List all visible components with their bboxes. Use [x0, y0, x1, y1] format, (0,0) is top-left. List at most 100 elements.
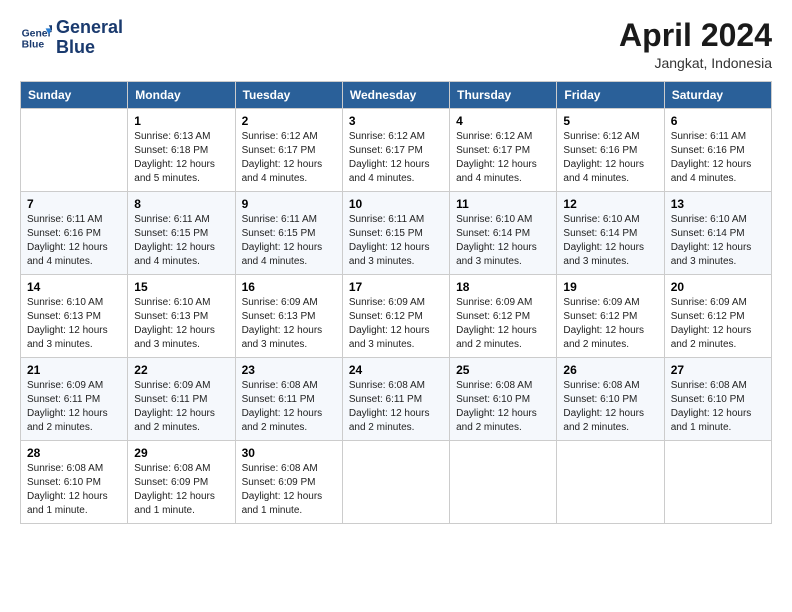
- day-info: Sunrise: 6:08 AMSunset: 6:11 PMDaylight:…: [242, 379, 336, 435]
- day-info: Sunrise: 6:11 AMSunset: 6:16 PMDaylight:…: [671, 130, 765, 186]
- day-number: 9: [242, 197, 336, 211]
- day-info: Sunrise: 6:10 AMSunset: 6:14 PMDaylight:…: [671, 213, 765, 269]
- day-info: Sunrise: 6:08 AMSunset: 6:09 PMDaylight:…: [134, 462, 228, 518]
- calendar-cell: 6 Sunrise: 6:11 AMSunset: 6:16 PMDaylight…: [664, 109, 771, 192]
- calendar-cell: 14 Sunrise: 6:10 AMSunset: 6:13 PMDayligh…: [21, 275, 128, 358]
- header-sunday: Sunday: [21, 82, 128, 109]
- day-number: 28: [27, 446, 121, 460]
- day-number: 18: [456, 280, 550, 294]
- calendar-week-row: 28 Sunrise: 6:08 AMSunset: 6:10 PMDayligh…: [21, 441, 772, 524]
- calendar-cell: 19 Sunrise: 6:09 AMSunset: 6:12 PMDayligh…: [557, 275, 664, 358]
- day-number: 29: [134, 446, 228, 460]
- day-info: Sunrise: 6:09 AMSunset: 6:11 PMDaylight:…: [27, 379, 121, 435]
- svg-text:Blue: Blue: [22, 39, 45, 50]
- logo-text: General Blue: [56, 18, 123, 58]
- calendar-cell: 9 Sunrise: 6:11 AMSunset: 6:15 PMDaylight…: [235, 192, 342, 275]
- header-friday: Friday: [557, 82, 664, 109]
- calendar-cell: 10 Sunrise: 6:11 AMSunset: 6:15 PMDayligh…: [342, 192, 449, 275]
- day-info: Sunrise: 6:11 AMSunset: 6:15 PMDaylight:…: [349, 213, 443, 269]
- day-number: 27: [671, 363, 765, 377]
- calendar-week-row: 14 Sunrise: 6:10 AMSunset: 6:13 PMDayligh…: [21, 275, 772, 358]
- calendar-week-row: 7 Sunrise: 6:11 AMSunset: 6:16 PMDaylight…: [21, 192, 772, 275]
- calendar-cell: 2 Sunrise: 6:12 AMSunset: 6:17 PMDaylight…: [235, 109, 342, 192]
- logo-icon: General Blue: [20, 22, 52, 54]
- day-number: 24: [349, 363, 443, 377]
- calendar-table: Sunday Monday Tuesday Wednesday Thursday…: [20, 81, 772, 524]
- calendar-cell: 20 Sunrise: 6:09 AMSunset: 6:12 PMDayligh…: [664, 275, 771, 358]
- day-number: 14: [27, 280, 121, 294]
- calendar-cell: 3 Sunrise: 6:12 AMSunset: 6:17 PMDaylight…: [342, 109, 449, 192]
- day-number: 26: [563, 363, 657, 377]
- day-info: Sunrise: 6:10 AMSunset: 6:13 PMDaylight:…: [134, 296, 228, 352]
- day-number: 19: [563, 280, 657, 294]
- calendar-cell: 8 Sunrise: 6:11 AMSunset: 6:15 PMDaylight…: [128, 192, 235, 275]
- day-number: 5: [563, 114, 657, 128]
- day-info: Sunrise: 6:11 AMSunset: 6:16 PMDaylight:…: [27, 213, 121, 269]
- day-info: Sunrise: 6:12 AMSunset: 6:17 PMDaylight:…: [456, 130, 550, 186]
- day-number: 12: [563, 197, 657, 211]
- day-number: 22: [134, 363, 228, 377]
- day-info: Sunrise: 6:11 AMSunset: 6:15 PMDaylight:…: [134, 213, 228, 269]
- day-info: Sunrise: 6:09 AMSunset: 6:11 PMDaylight:…: [134, 379, 228, 435]
- calendar-cell: 16 Sunrise: 6:09 AMSunset: 6:13 PMDayligh…: [235, 275, 342, 358]
- calendar-cell: 18Sunrise: 6:09 AMSunset: 6:12 PMDayligh…: [450, 275, 557, 358]
- day-number: 20: [671, 280, 765, 294]
- calendar-cell: [21, 109, 128, 192]
- day-number: 10: [349, 197, 443, 211]
- day-info: Sunrise: 6:12 AMSunset: 6:17 PMDaylight:…: [349, 130, 443, 186]
- day-number: 17: [349, 280, 443, 294]
- calendar-cell: 11Sunrise: 6:10 AMSunset: 6:14 PMDayligh…: [450, 192, 557, 275]
- day-number: 25: [456, 363, 550, 377]
- calendar-cell: 30Sunrise: 6:08 AMSunset: 6:09 PMDayligh…: [235, 441, 342, 524]
- day-info: Sunrise: 6:09 AMSunset: 6:13 PMDaylight:…: [242, 296, 336, 352]
- day-info: Sunrise: 6:08 AMSunset: 6:10 PMDaylight:…: [671, 379, 765, 435]
- header-saturday: Saturday: [664, 82, 771, 109]
- day-info: Sunrise: 6:12 AMSunset: 6:17 PMDaylight:…: [242, 130, 336, 186]
- header-wednesday: Wednesday: [342, 82, 449, 109]
- calendar-week-row: 21Sunrise: 6:09 AMSunset: 6:11 PMDayligh…: [21, 358, 772, 441]
- header: General Blue General Blue April 2024 Jan…: [20, 18, 772, 71]
- day-number: 3: [349, 114, 443, 128]
- calendar-cell: 26Sunrise: 6:08 AMSunset: 6:10 PMDayligh…: [557, 358, 664, 441]
- calendar-cell: 7 Sunrise: 6:11 AMSunset: 6:16 PMDaylight…: [21, 192, 128, 275]
- day-number: 13: [671, 197, 765, 211]
- day-number: 11: [456, 197, 550, 211]
- day-info: Sunrise: 6:12 AMSunset: 6:16 PMDaylight:…: [563, 130, 657, 186]
- calendar-cell: 12Sunrise: 6:10 AMSunset: 6:14 PMDayligh…: [557, 192, 664, 275]
- subtitle: Jangkat, Indonesia: [619, 55, 772, 71]
- calendar-cell: 27 Sunrise: 6:08 AMSunset: 6:10 PMDayligh…: [664, 358, 771, 441]
- page: General Blue General Blue April 2024 Jan…: [0, 0, 792, 612]
- calendar-cell: 21Sunrise: 6:09 AMSunset: 6:11 PMDayligh…: [21, 358, 128, 441]
- day-info: Sunrise: 6:09 AMSunset: 6:12 PMDaylight:…: [349, 296, 443, 352]
- day-number: 2: [242, 114, 336, 128]
- day-info: Sunrise: 6:08 AMSunset: 6:10 PMDaylight:…: [27, 462, 121, 518]
- calendar-cell: 17 Sunrise: 6:09 AMSunset: 6:12 PMDayligh…: [342, 275, 449, 358]
- calendar-cell: 1Sunrise: 6:13 AMSunset: 6:18 PMDaylight…: [128, 109, 235, 192]
- calendar-cell: 28 Sunrise: 6:08 AMSunset: 6:10 PMDayligh…: [21, 441, 128, 524]
- calendar-cell: 25 Sunrise: 6:08 AMSunset: 6:10 PMDayligh…: [450, 358, 557, 441]
- main-title: April 2024: [619, 18, 772, 53]
- logo: General Blue General Blue: [20, 18, 123, 58]
- day-info: Sunrise: 6:09 AMSunset: 6:12 PMDaylight:…: [563, 296, 657, 352]
- calendar-cell: [557, 441, 664, 524]
- calendar-cell: 24Sunrise: 6:08 AMSunset: 6:11 PMDayligh…: [342, 358, 449, 441]
- calendar-cell: 4Sunrise: 6:12 AMSunset: 6:17 PMDaylight…: [450, 109, 557, 192]
- day-info: Sunrise: 6:08 AMSunset: 6:10 PMDaylight:…: [456, 379, 550, 435]
- calendar-body: 1Sunrise: 6:13 AMSunset: 6:18 PMDaylight…: [21, 109, 772, 524]
- day-number: 8: [134, 197, 228, 211]
- header-monday: Monday: [128, 82, 235, 109]
- day-number: 16: [242, 280, 336, 294]
- calendar-cell: 23 Sunrise: 6:08 AMSunset: 6:11 PMDayligh…: [235, 358, 342, 441]
- day-info: Sunrise: 6:09 AMSunset: 6:12 PMDaylight:…: [671, 296, 765, 352]
- day-info: Sunrise: 6:10 AMSunset: 6:13 PMDaylight:…: [27, 296, 121, 352]
- calendar-cell: [450, 441, 557, 524]
- day-number: 6: [671, 114, 765, 128]
- header-row: Sunday Monday Tuesday Wednesday Thursday…: [21, 82, 772, 109]
- day-number: 1: [134, 114, 228, 128]
- calendar-cell: 5 Sunrise: 6:12 AMSunset: 6:16 PMDaylight…: [557, 109, 664, 192]
- day-number: 23: [242, 363, 336, 377]
- day-info: Sunrise: 6:11 AMSunset: 6:15 PMDaylight:…: [242, 213, 336, 269]
- day-number: 7: [27, 197, 121, 211]
- day-number: 30: [242, 446, 336, 460]
- calendar-cell: 29 Sunrise: 6:08 AMSunset: 6:09 PMDayligh…: [128, 441, 235, 524]
